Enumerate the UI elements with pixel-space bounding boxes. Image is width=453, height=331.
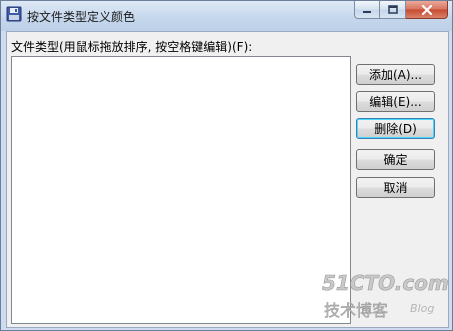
file-types-label: 文件类型(用鼠标拖放排序, 按空格键编辑)(F):: [11, 40, 253, 54]
window-title: 按文件类型定义颜色: [27, 10, 136, 24]
delete-button[interactable]: 删除(D): [356, 118, 435, 139]
dialog-client-area: 文件类型(用鼠标拖放排序, 按空格键编辑)(F): 添加(A)... 编辑(E)…: [6, 31, 449, 328]
maximize-button[interactable]: [380, 1, 406, 19]
ok-button[interactable]: 确定: [356, 149, 435, 170]
dialog-window: 按文件类型定义颜色 文件类型(用鼠标拖放排序, 按空格键编辑)(F): 添加(A…: [0, 0, 453, 331]
title-bar[interactable]: 按文件类型定义颜色: [1, 1, 452, 31]
minimize-button[interactable]: [354, 1, 380, 19]
floppy-disk-icon: [6, 6, 22, 22]
caption-buttons: [354, 1, 448, 21]
minimize-icon: [363, 10, 371, 13]
add-button[interactable]: 添加(A)...: [356, 64, 435, 85]
file-types-listbox[interactable]: [11, 56, 351, 324]
cancel-button[interactable]: 取消: [356, 177, 435, 198]
maximize-icon: [387, 5, 398, 14]
close-button[interactable]: [406, 1, 448, 19]
edit-button[interactable]: 编辑(E)...: [356, 91, 435, 112]
close-icon: [421, 4, 432, 15]
